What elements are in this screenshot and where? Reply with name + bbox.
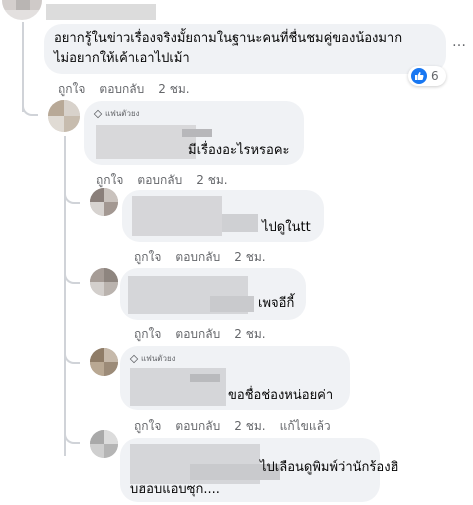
avatar[interactable] [90, 430, 118, 458]
thread-branch-4 [64, 346, 80, 364]
comment-actions: ถูกใจ ตอบกลับ 2 ชม. [58, 80, 204, 99]
redacted-text [222, 214, 258, 232]
reply-actions: ถูกใจ ตอบกลับ 2 ชม. [134, 325, 280, 344]
reply-bubble: แฟนตัวยง มีเรื่องอะไรหรอคะ [84, 101, 304, 165]
like-reaction-icon [411, 68, 427, 84]
comment-text: ไม่อยากให้เค้าเอาไปเม้า [54, 51, 190, 66]
fan-badge: แฟนตัวยง [129, 352, 176, 365]
reply-text: เพจอีกี้ [258, 296, 295, 311]
redacted-text [190, 374, 220, 382]
redacted-name [96, 125, 196, 159]
reply-link[interactable]: ตอบกลับ [137, 173, 182, 187]
comment-bubble: อยากรู้ในข่าวเรื่องจริงมั้ยถามในฐานะคนที… [44, 24, 446, 74]
reply-text: มีเรื่องอะไรหรอคะ [188, 143, 290, 158]
reply-text: ไปดูในtt [262, 220, 311, 235]
thread-branch-5 [64, 426, 80, 444]
thread-branch-2 [64, 186, 80, 204]
reply-bubble: แฟนตัวยง ขอชื่อช่องหน่อยค่า [120, 346, 350, 410]
reply-actions: ถูกใจ ตอบกลับ 2 ชม. แก้ไขแล้ว [134, 417, 345, 436]
reply-text: ขอชื่อช่องหน่อยค่า [228, 388, 334, 403]
avatar[interactable] [90, 268, 118, 296]
avatar[interactable] [2, 0, 42, 20]
fan-badge: แฟนตัวยง [93, 107, 140, 120]
avatar[interactable] [90, 188, 118, 216]
redacted-text [210, 296, 254, 312]
more-options-icon[interactable]: … [452, 34, 467, 50]
reply-link[interactable]: ตอบกลับ [175, 250, 220, 264]
reply-link[interactable]: ตอบกลับ [175, 419, 220, 433]
timestamp[interactable]: 2 ชม. [196, 173, 227, 187]
comment-text: อยากรู้ในข่าวเรื่องจริงมั้ยถามในฐานะคนที… [54, 31, 403, 46]
thread-branch-3 [64, 266, 80, 284]
timestamp[interactable]: 2 ชม. [158, 82, 189, 96]
timestamp[interactable]: 2 ชม. [234, 250, 265, 264]
reply-bubble: ไปเลือนดูพิมพ์ว่านักร้องฮิ บฮอบแอบซุก...… [120, 438, 398, 502]
like-link[interactable]: ถูกใจ [134, 327, 161, 341]
reply-text: ไปเลือนดูพิมพ์ว่านักร้องฮิ [260, 460, 399, 475]
reaction-count: 6 [431, 69, 439, 83]
redacted-name [46, 4, 156, 20]
reply-link[interactable]: ตอบกลับ [99, 82, 144, 96]
thread-branch-1 [22, 96, 38, 116]
redacted-name [132, 196, 222, 236]
redacted-name [182, 129, 212, 137]
reply-link[interactable]: ตอบกลับ [175, 327, 220, 341]
reply-bubble: ไปดูในtt [122, 190, 324, 242]
timestamp[interactable]: 2 ชม. [234, 419, 265, 433]
like-link[interactable]: ถูกใจ [96, 173, 123, 187]
diamond-icon [129, 354, 139, 363]
reply-actions: ถูกใจ ตอบกลับ 2 ชม. [134, 248, 280, 267]
edited-label: แก้ไขแล้ว [279, 419, 331, 433]
diamond-icon [93, 109, 103, 118]
reaction-badge[interactable]: 6 [408, 66, 446, 86]
avatar[interactable] [48, 100, 80, 132]
like-link[interactable]: ถูกใจ [134, 250, 161, 264]
timestamp[interactable]: 2 ชม. [234, 327, 265, 341]
reply-text: บฮอบแอบซุก.... [130, 482, 220, 497]
avatar[interactable] [90, 348, 118, 376]
like-link[interactable]: ถูกใจ [58, 82, 85, 96]
reply-bubble: เพจอีกี้ [120, 268, 306, 320]
thread-line-replies [64, 136, 66, 456]
like-link[interactable]: ถูกใจ [134, 419, 161, 433]
